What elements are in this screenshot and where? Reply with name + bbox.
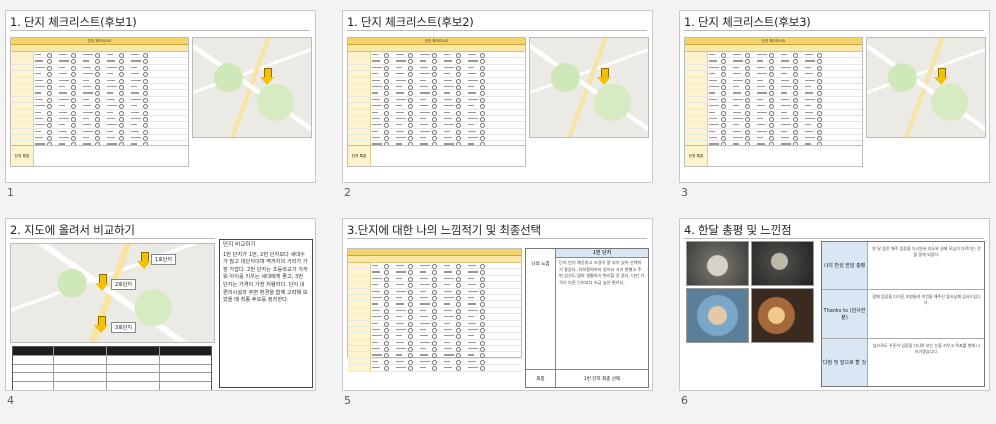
final-label: 최종 [526, 369, 556, 388]
slide-thumbnail-2[interactable]: 1. 단지 체크리스트(후보2) 단지 체크리스트 단지 특징 [342, 10, 653, 183]
checklist-table: 단지 체크리스트 단지 특징 [684, 37, 863, 167]
comparison-map: 1호단지 2호단지 3호단지 [10, 243, 215, 343]
checklist-column-header [11, 45, 188, 52]
review-label: Thanks to (감사한 분) [822, 290, 868, 338]
review-table: 나의 반성 한달 총평 한 달 동안 매주 임장을 다니면서 지도와 실제 모습… [821, 241, 985, 387]
title-divider [347, 30, 647, 31]
impression-box: 1번 단지 나의 느낌 단지 안이 깨끗하고 조경이 잘 되어 있어 산책하기 … [525, 248, 649, 388]
review-label: 나의 반성 한달 총평 [822, 242, 868, 289]
slide-number: 5 [344, 394, 351, 407]
slide-number: 4 [7, 394, 14, 407]
slide-title: 1. 단지 체크리스트(후보2) [347, 15, 474, 29]
slide-title: 3.단지에 대한 나의 느낌적기 및 최종선택 [347, 223, 541, 237]
checklist-table: 단지 체크리스트 단지 특징 [10, 37, 189, 167]
memo-label: 단지 특징 [348, 146, 371, 166]
slide-title: 2. 지도에 올려서 비교하기 [10, 223, 135, 237]
slide-thumbnail-5[interactable]: 3.단지에 대한 나의 느낌적기 및 최종선택 1번 단지 나의 느낌 단지 안… [342, 218, 653, 391]
checklist-column-header [685, 45, 862, 52]
impression-text: 단지 안이 깨끗하고 조경이 잘 되어 있어 산책하기 좋았다. 지하철역까지 … [559, 260, 645, 285]
memo-label: 단지 특징 [685, 146, 708, 166]
slide-thumbnail-6[interactable]: 4. 한달 총평 및 느낀점 나의 반성 한달 총평 한 달 동안 매주 임장을… [679, 218, 990, 391]
checklist-memo: 단지 특징 [11, 145, 188, 166]
slide-title: 4. 한달 총평 및 느낀점 [684, 223, 792, 237]
checklist-header: 단지 체크리스트 [685, 38, 862, 45]
slide-title: 1. 단지 체크리스트(후보1) [10, 15, 137, 29]
photo-gathering [751, 241, 814, 286]
checklist-column-header [348, 256, 521, 263]
title-divider [10, 238, 215, 239]
final-text: 1번 단지 최종 선택 [556, 369, 648, 388]
impression-header: 1번 단지 [556, 249, 648, 258]
review-row: 다짐 및 앞으로 할 것 앞으로도 꾸준히 임장을 다니며 보는 눈을 키우고 … [822, 339, 984, 386]
impression-label: 나의 느낌 [526, 249, 556, 369]
checklist-table [347, 248, 522, 372]
review-text: 함께 임장을 다녀준 조원들과 조언을 해주신 튜터님께 감사드립니다. [872, 294, 981, 305]
review-label: 다짐 및 앞으로 할 것 [822, 339, 868, 386]
photo-shoes [686, 241, 749, 286]
map-label-1: 1호단지 [151, 254, 176, 265]
map-label-2: 2호단지 [111, 279, 136, 290]
title-divider [347, 238, 647, 239]
checklist-memo: 단지 특징 [685, 145, 862, 166]
location-map [529, 37, 649, 138]
checklist-header: 단지 체크리스트 [348, 38, 525, 45]
photo-hands [686, 288, 749, 343]
slide-number: 3 [681, 186, 688, 199]
memo-label: 단지 특징 [11, 146, 34, 166]
location-map [866, 37, 986, 138]
checklist-memo: 단지 특징 [348, 145, 525, 166]
slide-title: 1. 단지 체크리스트(후보3) [684, 15, 811, 29]
notes-heading: 단지 비교하기 [223, 242, 256, 248]
checklist-column-header [348, 45, 525, 52]
review-text: 한 달 동안 매주 임장을 다니면서 지도와 실제 모습이 다르다는 것을 알게… [872, 246, 981, 257]
slide-thumbnail-3[interactable]: 1. 단지 체크리스트(후보3) 단지 체크리스트 단지 특징 [679, 10, 990, 183]
comparison-notes: 단지 비교하기 1번 단지가 1번, 2번 단지보다 세대수가 많고 대단지이며… [219, 239, 313, 388]
review-text: 앞으로도 꾸준히 임장을 다니며 보는 눈을 키우고 목표를 향해 나아가겠습니… [872, 343, 981, 354]
checklist-rows [348, 263, 521, 372]
slide-thumbnail-1[interactable]: 1. 단지 체크리스트(후보1) 단지 체크리스트 단지 특징 [5, 10, 316, 183]
checklist-row [348, 365, 521, 372]
title-divider [684, 30, 984, 31]
checklist-header [348, 249, 521, 256]
photo-toast [751, 288, 814, 343]
review-row: 나의 반성 한달 총평 한 달 동안 매주 임장을 다니면서 지도와 실제 모습… [822, 242, 984, 290]
location-map [192, 37, 312, 138]
slide-number: 1 [7, 186, 14, 199]
slide-number: 6 [681, 394, 688, 407]
comparison-table [12, 346, 212, 390]
notes-text: 1번 단지가 1번, 2번 단지보다 세대수가 많고 대단지이며 역까지의 거리… [223, 251, 308, 304]
checklist-header: 단지 체크리스트 [11, 38, 188, 45]
review-row: Thanks to (감사한 분) 함께 임장을 다녀준 조원들과 조언을 해주… [822, 290, 984, 339]
map-label-3: 3호단지 [111, 322, 136, 333]
slide-thumbnail-4[interactable]: 2. 지도에 올려서 비교하기 1호단지 2호단지 3호단지 단지 비교하기 1… [5, 218, 316, 391]
title-divider [10, 30, 310, 31]
slide-number: 2 [344, 186, 351, 199]
checklist-table: 단지 체크리스트 단지 특징 [347, 37, 526, 167]
title-divider [684, 238, 984, 239]
